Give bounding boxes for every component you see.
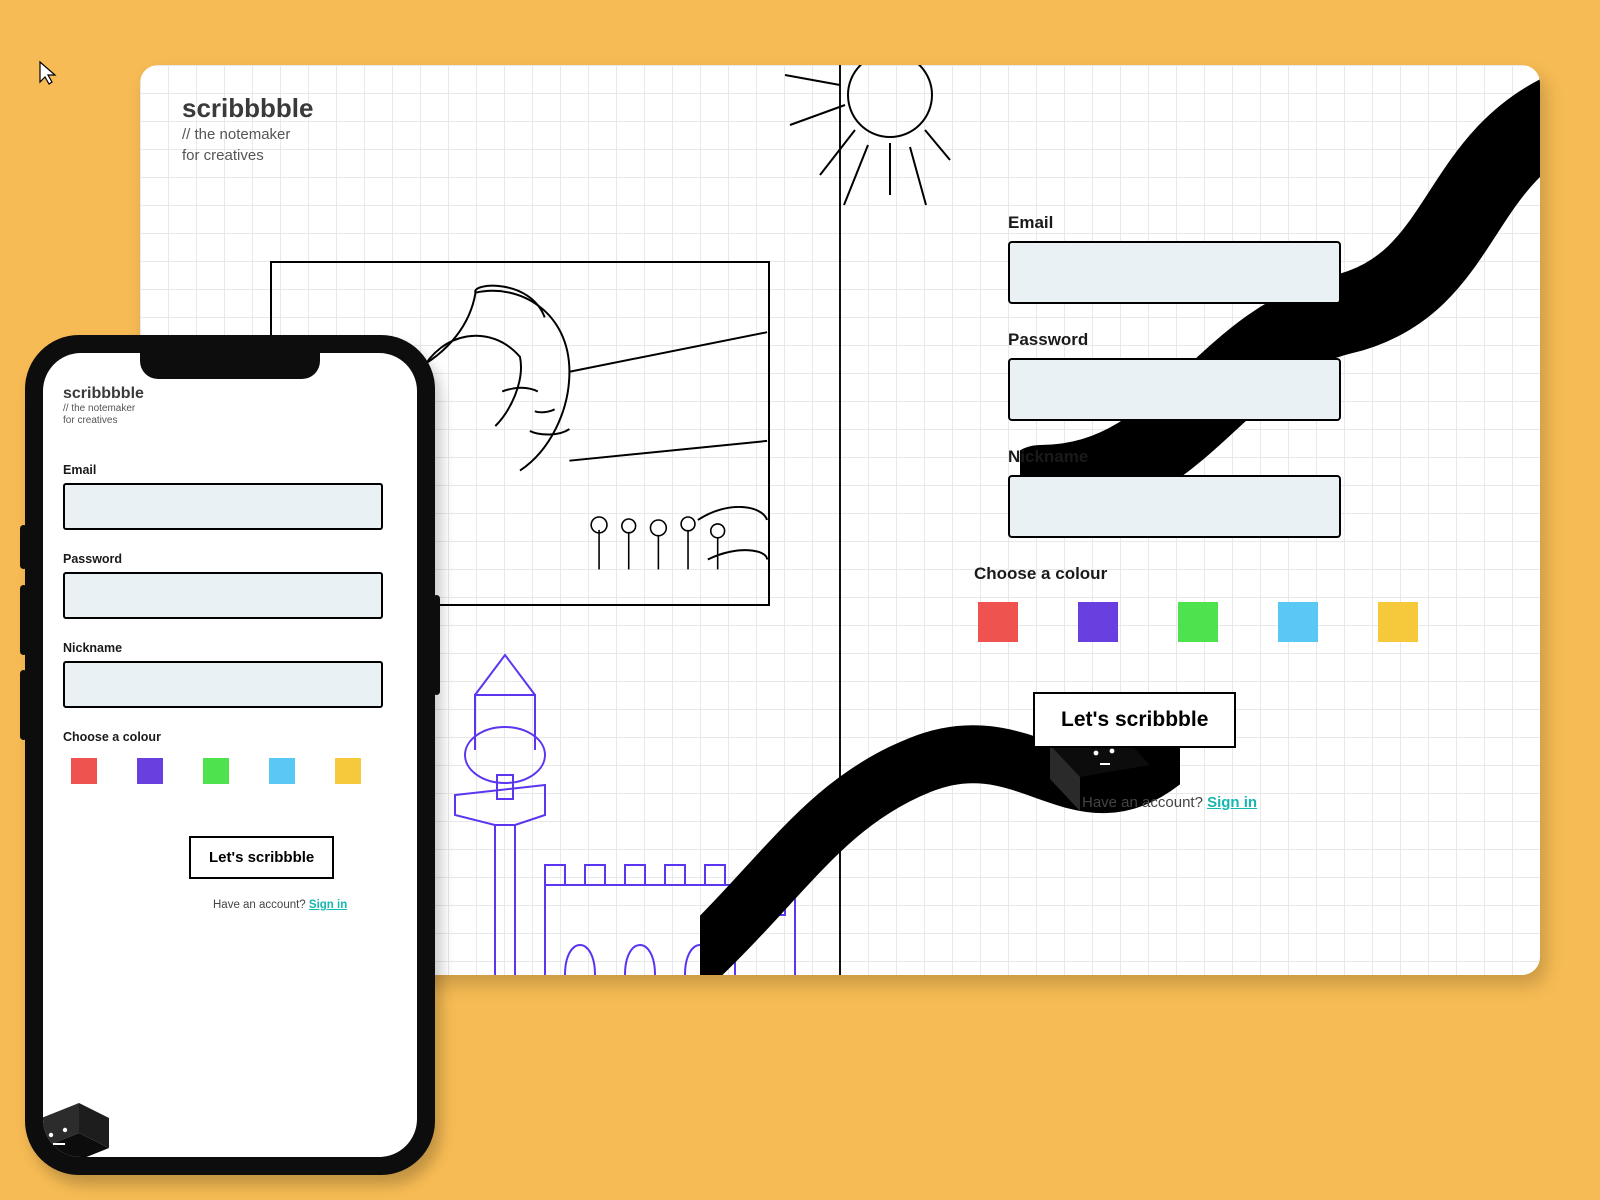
phone-power-button xyxy=(433,595,440,695)
lets-scribbble-button[interactable]: Let's scribbble xyxy=(1033,692,1236,748)
mobile-cube-icon xyxy=(43,1043,149,1157)
phone-notch xyxy=(140,353,320,379)
password-input[interactable] xyxy=(1008,358,1341,421)
nickname-label: Nickname xyxy=(1008,447,1368,467)
colour-swatches xyxy=(978,602,1418,642)
mobile-colour-swatches xyxy=(71,758,395,784)
signup-form: Email Password Nickname Choose a colour … xyxy=(1008,213,1368,811)
password-label: Password xyxy=(1008,330,1368,350)
brand-name: scribbbble xyxy=(182,93,313,124)
choose-colour-label: Choose a colour xyxy=(974,564,1368,584)
mobile-signup-form: Email Password Nickname Choose a colour … xyxy=(63,463,395,911)
mobile-nickname-label: Nickname xyxy=(63,641,395,655)
mobile-brand-tagline-1: // the notemaker xyxy=(63,403,144,415)
mobile-swatch-purple[interactable] xyxy=(137,758,163,784)
mobile-nickname-input[interactable] xyxy=(63,661,383,708)
nickname-input[interactable] xyxy=(1008,475,1341,538)
castle-doodle-icon xyxy=(435,635,855,975)
sign-in-link[interactable]: Sign in xyxy=(1207,794,1257,811)
mobile-swatch-yellow[interactable] xyxy=(335,758,361,784)
mobile-swatch-red[interactable] xyxy=(71,758,97,784)
mobile-swatch-green[interactable] xyxy=(203,758,229,784)
phone-mute-switch xyxy=(20,525,27,569)
brand-block: scribbbble // the notemaker for creative… xyxy=(182,93,313,166)
mobile-email-input[interactable] xyxy=(63,483,383,530)
mobile-password-label: Password xyxy=(63,552,395,566)
colour-swatch-red[interactable] xyxy=(978,602,1018,642)
phone-volume-down xyxy=(20,670,27,740)
sun-doodle-icon xyxy=(740,65,960,275)
colour-swatch-blue[interactable] xyxy=(1278,602,1318,642)
cursor-icon xyxy=(38,60,58,86)
colour-swatch-yellow[interactable] xyxy=(1378,602,1418,642)
mobile-have-account-text: Have an account? xyxy=(213,899,309,911)
colour-swatch-green[interactable] xyxy=(1178,602,1218,642)
colour-swatch-purple[interactable] xyxy=(1078,602,1118,642)
mobile-swatch-blue[interactable] xyxy=(269,758,295,784)
phone-mockup: scribbbble // the notemaker for creative… xyxy=(25,335,435,1175)
have-account-text: Have an account? xyxy=(1082,794,1207,811)
mobile-choose-colour-label: Choose a colour xyxy=(63,730,395,744)
phone-volume-up xyxy=(20,585,27,655)
email-input[interactable] xyxy=(1008,241,1341,304)
mobile-have-account-row: Have an account? Sign in xyxy=(213,899,395,911)
mobile-password-input[interactable] xyxy=(63,572,383,619)
mobile-lets-scribbble-button[interactable]: Let's scribbble xyxy=(189,836,334,879)
mobile-sign-in-link[interactable]: Sign in xyxy=(309,899,347,911)
brand-tagline-2: for creatives xyxy=(182,147,313,166)
email-label: Email xyxy=(1008,213,1368,233)
phone-screen: scribbbble // the notemaker for creative… xyxy=(43,353,417,1157)
mobile-brand-block: scribbbble // the notemaker for creative… xyxy=(63,385,144,427)
have-account-row: Have an account? Sign in xyxy=(1082,794,1368,811)
mobile-brand-name: scribbbble xyxy=(63,385,144,403)
brand-tagline-1: // the notemaker xyxy=(182,126,313,145)
mobile-brand-tagline-2: for creatives xyxy=(63,415,144,427)
mobile-email-label: Email xyxy=(63,463,395,477)
